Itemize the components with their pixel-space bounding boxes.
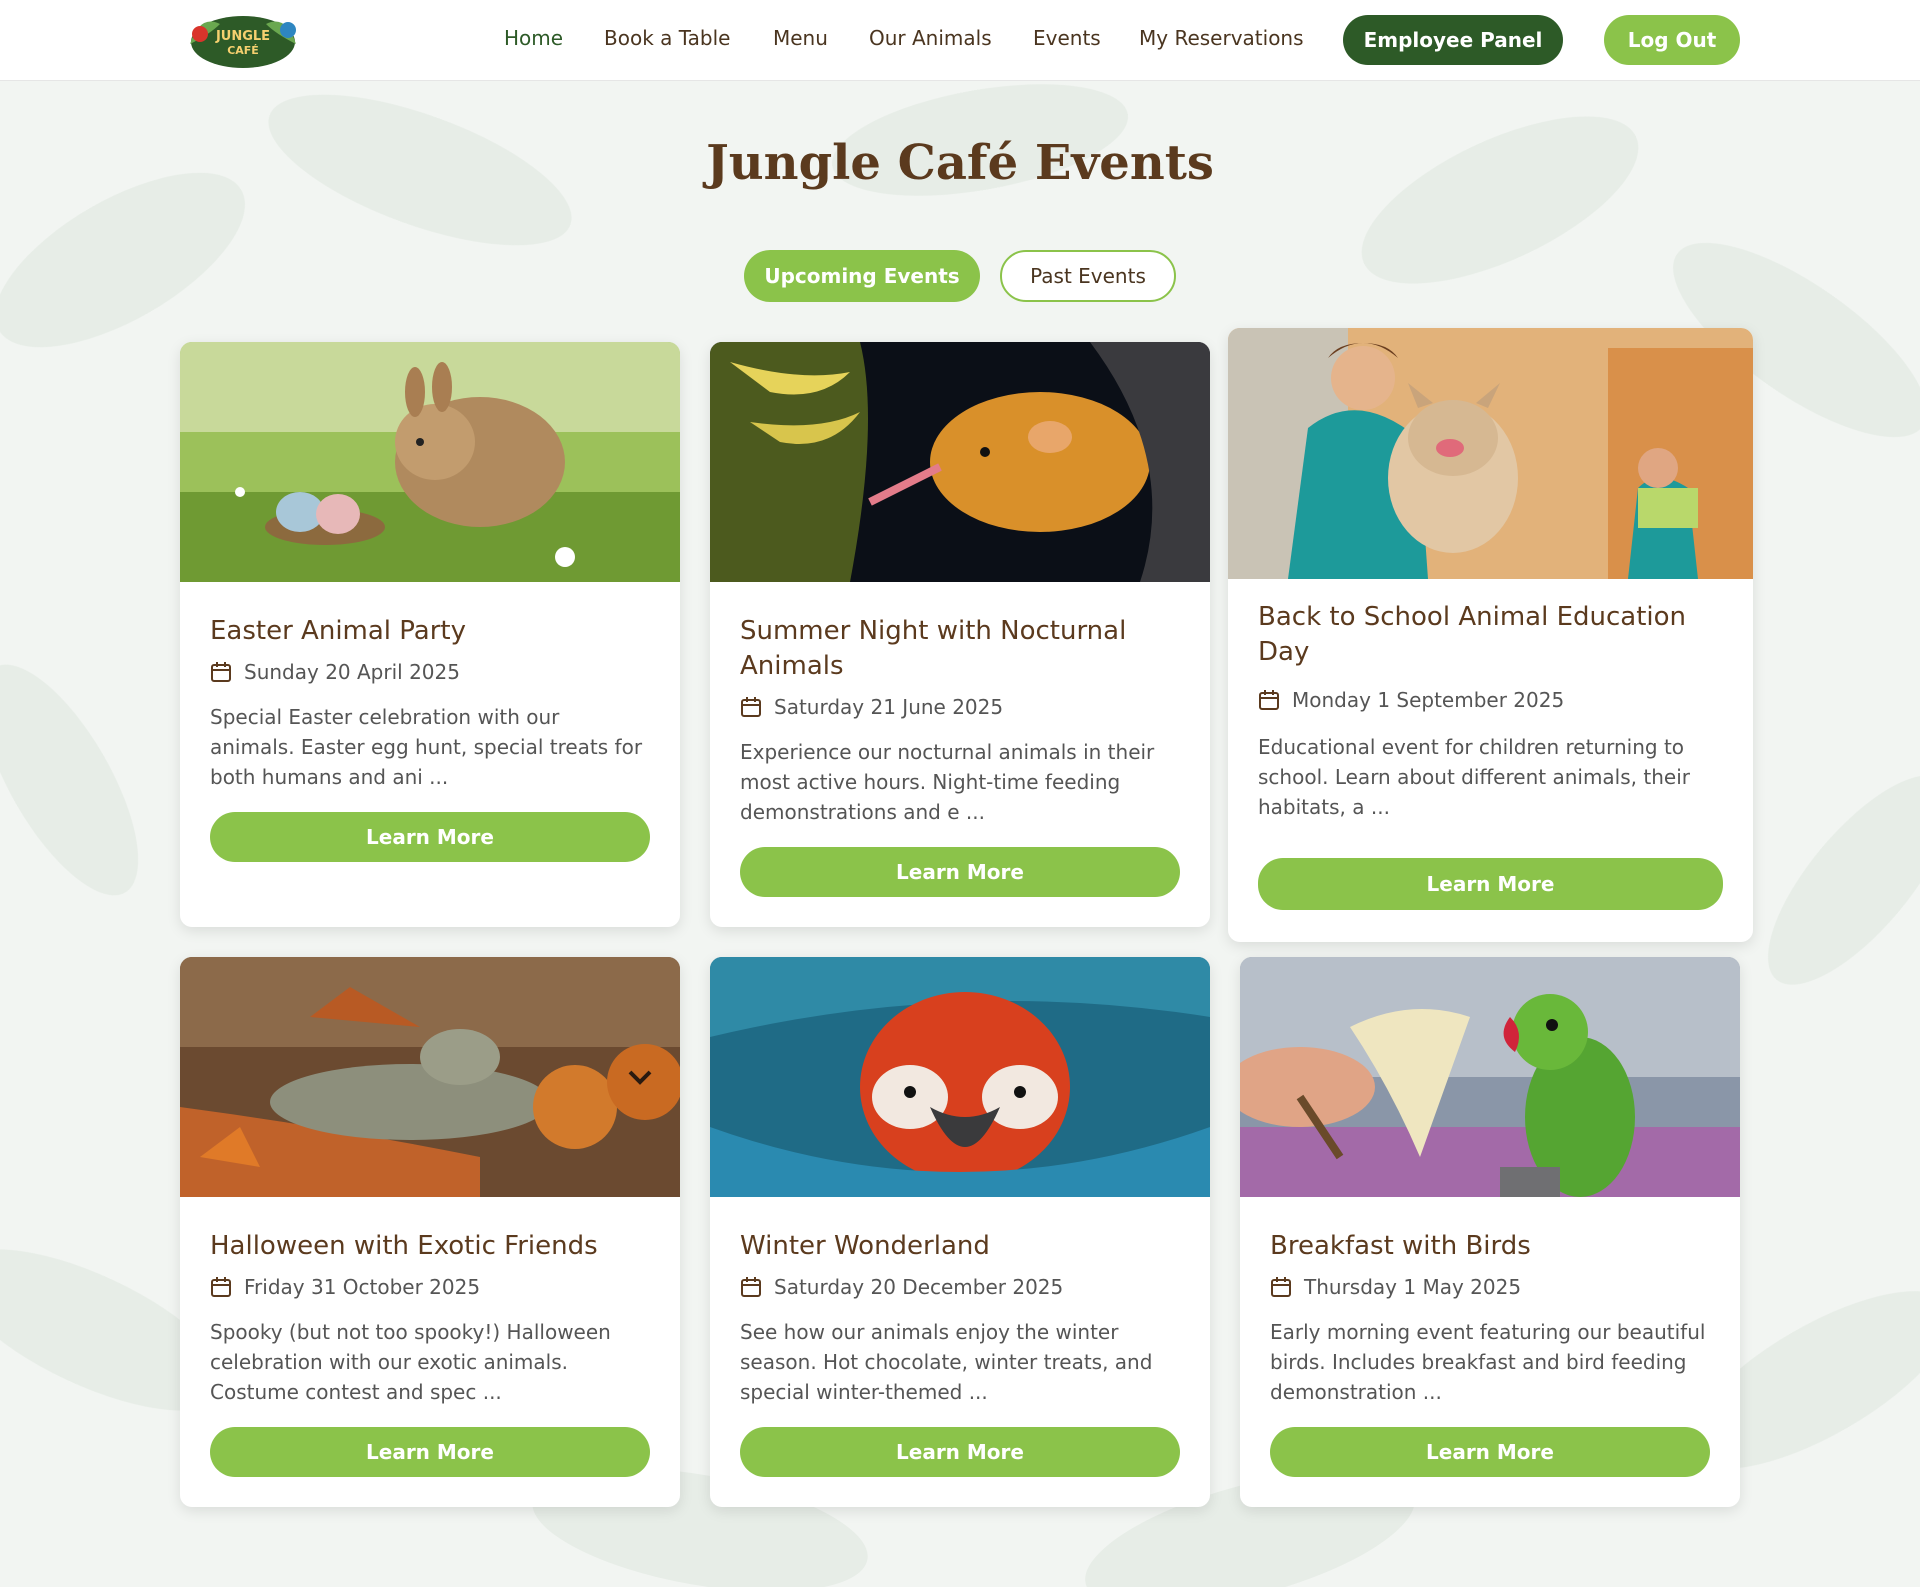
calendar-icon <box>741 1277 761 1297</box>
logout-button[interactable]: Log Out <box>1604 15 1740 65</box>
event-image-iguana <box>180 957 680 1197</box>
event-date: Friday 31 October 2025 <box>210 1275 480 1299</box>
site-header: JUNGLE CAFÉ Home Book a Table Menu Our A… <box>0 0 1920 81</box>
learn-more-button[interactable]: Learn More <box>210 812 650 862</box>
nav-my-reservations[interactable]: My Reservations <box>1139 26 1304 50</box>
event-description: Experience our nocturnal animals in thei… <box>740 740 1155 824</box>
nav-menu[interactable]: Menu <box>773 26 828 50</box>
calendar-icon <box>1271 1277 1291 1297</box>
page-title: Jungle Café Events <box>706 135 1214 191</box>
event-title: Easter Animal Party <box>210 616 467 646</box>
event-description: See how our animals enjoy the winter sea… <box>740 1320 1153 1404</box>
tab-past-events[interactable]: Past Events <box>1000 250 1176 302</box>
nav-home[interactable]: Home <box>504 26 563 50</box>
event-title: Summer Night with Nocturnal Animals <box>740 616 1127 681</box>
event-date-text: Thursday 1 May 2025 <box>1304 1275 1522 1299</box>
event-card-easter: Easter Animal Party Sunday 20 April 2025… <box>180 342 680 927</box>
event-date: Sunday 20 April 2025 <box>210 660 460 684</box>
event-date: Saturday 20 December 2025 <box>740 1275 1063 1299</box>
event-card-summer-night: Summer Night with Nocturnal Animals Satu… <box>710 342 1210 927</box>
calendar-icon <box>211 1277 231 1297</box>
event-date: Monday 1 September 2025 <box>1258 688 1564 712</box>
event-description: Educational event for children returning… <box>1258 735 1690 819</box>
event-date-text: Monday 1 September 2025 <box>1292 688 1565 712</box>
event-card-winter: Winter Wonderland Saturday 20 December 2… <box>710 957 1210 1507</box>
learn-more-button[interactable]: Learn More <box>1270 1427 1710 1477</box>
nav-our-animals[interactable]: Our Animals <box>869 26 992 50</box>
employee-panel-button[interactable]: Employee Panel <box>1343 15 1563 65</box>
learn-more-button[interactable]: Learn More <box>740 1427 1180 1477</box>
calendar-icon <box>1259 690 1279 710</box>
event-date-text: Sunday 20 April 2025 <box>244 660 460 684</box>
event-date: Thursday 1 May 2025 <box>1270 1275 1521 1299</box>
event-title: Winter Wonderland <box>740 1231 990 1261</box>
event-description: Early morning event featuring our beauti… <box>1270 1320 1706 1404</box>
event-date: Saturday 21 June 2025 <box>740 695 1003 719</box>
event-date-text: Friday 31 October 2025 <box>244 1275 481 1299</box>
nav-book-a-table[interactable]: Book a Table <box>604 26 730 50</box>
calendar-icon <box>741 697 761 717</box>
event-image-vet-dog <box>1228 328 1753 579</box>
event-date-text: Saturday 20 December 2025 <box>774 1275 1064 1299</box>
learn-more-button[interactable]: Learn More <box>210 1427 650 1477</box>
event-description: Special Easter celebration with our anim… <box>210 705 643 789</box>
event-image-rabbit <box>180 342 680 582</box>
event-image-parakeet <box>1240 957 1740 1197</box>
calendar-icon <box>211 662 231 682</box>
event-description: Spooky (but not too spooky!) Halloween c… <box>210 1320 611 1404</box>
event-image-macaw <box>710 957 1210 1197</box>
tab-upcoming-events[interactable]: Upcoming Events <box>744 250 980 302</box>
event-date-text: Saturday 21 June 2025 <box>774 695 1004 719</box>
event-card-breakfast-birds: Breakfast with Birds Thursday 1 May 2025… <box>1240 957 1740 1507</box>
learn-more-button[interactable]: Learn More <box>1258 858 1723 910</box>
nav-events[interactable]: Events <box>1033 26 1101 50</box>
event-card-halloween: Halloween with Exotic Friends Friday 31 … <box>180 957 680 1507</box>
event-image-bat <box>710 342 1210 582</box>
event-card-back-to-school: Back to School Animal Education Day Mond… <box>1228 328 1753 942</box>
event-title: Breakfast with Birds <box>1270 1231 1531 1261</box>
event-title: Halloween with Exotic Friends <box>210 1231 598 1261</box>
event-title: Back to School Animal Education Day <box>1258 602 1687 667</box>
learn-more-button[interactable]: Learn More <box>740 847 1180 897</box>
